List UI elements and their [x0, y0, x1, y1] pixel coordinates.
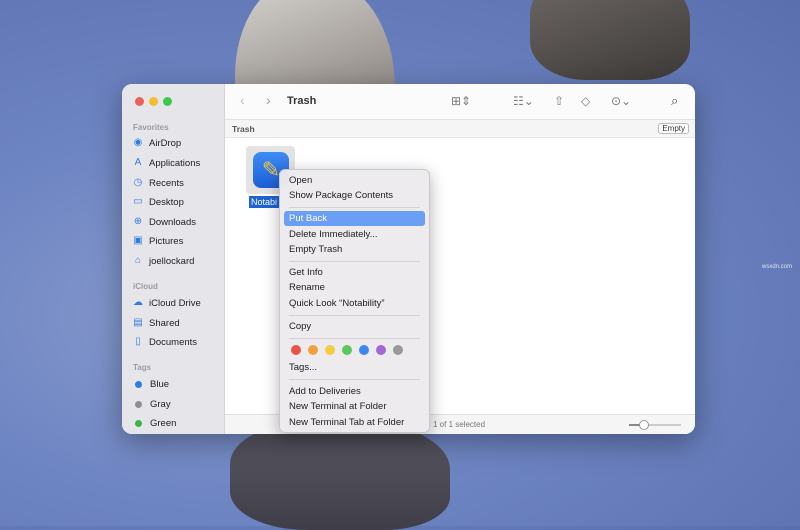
menu-item-empty-trash[interactable]: Empty Trash [284, 242, 425, 257]
document-icon: ▯ [135, 336, 141, 347]
sidebar-item-documents[interactable]: ▯ Documents [133, 334, 197, 350]
menu-item-put-back[interactable]: Put Back [284, 211, 425, 226]
sidebar-item-label: Gray [150, 398, 171, 410]
home-icon: ⌂ [134, 255, 142, 266]
menu-item-delete-immediately[interactable]: Delete Immediately... [284, 227, 425, 242]
empty-trash-button[interactable]: Empty [658, 123, 689, 134]
sidebar-tag-green[interactable]: Green [133, 415, 176, 431]
airdrop-icon: ◉ [133, 137, 143, 148]
sidebar-tag-blue[interactable]: Blue [133, 376, 169, 392]
sidebar: Favorites ◉ AirDrop A Applications ◷ Recent… [122, 84, 225, 434]
favorites-header: Favorites [133, 123, 169, 132]
menu-item-new-terminal-tab[interactable]: New Terminal Tab at Folder [284, 415, 425, 430]
sidebar-item-label: Applications [149, 157, 201, 169]
sidebar-item-applications[interactable]: A Applications [133, 155, 201, 171]
menu-item-new-terminal[interactable]: New Terminal at Folder [284, 399, 425, 414]
tag-color-blue[interactable] [359, 345, 369, 355]
icloud-header: iCloud [133, 282, 158, 291]
sidebar-item-downloads[interactable]: ⊕ Downloads [133, 214, 196, 230]
menu-item-open[interactable]: Open [284, 173, 425, 188]
menu-separator [289, 207, 420, 208]
sidebar-item-label: Green [150, 417, 177, 429]
clock-icon: ◷ [133, 177, 143, 188]
cloud-icon: ☁ [133, 297, 143, 308]
desktop-icon: ▭ [133, 196, 143, 207]
sidebar-item-recents[interactable]: ◷ Recents [133, 175, 184, 191]
sidebar-item-label: Desktop [149, 196, 184, 208]
rock-background [530, 0, 690, 80]
sidebar-item-home[interactable]: ⌂ joellockard [133, 253, 194, 269]
file-name-label[interactable]: Notabi [249, 196, 280, 208]
tag-color-yellow[interactable] [325, 345, 335, 355]
window-title: Trash [287, 95, 317, 107]
menu-item-add-to-deliveries[interactable]: Add to Deliveries [284, 384, 425, 399]
rock-background [230, 420, 450, 530]
sidebar-item-pictures[interactable]: ▣ Pictures [133, 233, 183, 249]
sidebar-item-label: Downloads [149, 216, 196, 228]
path-label: Trash [232, 124, 255, 134]
path-bar: Trash Empty [225, 120, 695, 138]
sidebar-item-label: iCloud Drive [149, 297, 201, 309]
sidebar-item-label: Blue [150, 378, 170, 390]
tag-icon[interactable]: ◇ [581, 94, 590, 108]
back-icon[interactable]: ‹ [240, 92, 245, 108]
sidebar-item-label: joellockard [149, 255, 195, 267]
status-text: 1 of 1 selected [433, 420, 486, 429]
zoom-button[interactable] [163, 97, 172, 106]
tag-color-gray[interactable] [393, 345, 403, 355]
menu-item-tags[interactable]: Tags... [284, 360, 425, 375]
menu-separator [289, 261, 420, 262]
tag-dot-icon [135, 419, 142, 427]
sidebar-item-label: Pictures [149, 235, 184, 247]
watermark: wsxdn.com [762, 264, 793, 270]
menu-item-copy[interactable]: Copy [284, 319, 425, 334]
group-icon[interactable]: ☷⌄ [513, 94, 534, 108]
tag-color-orange[interactable] [308, 345, 318, 355]
tag-dot-icon [135, 400, 142, 408]
menu-item-rename[interactable]: Rename [284, 280, 425, 295]
sidebar-item-label: AirDrop [149, 137, 182, 149]
view-grid-icon[interactable]: ⊞⇕ [451, 94, 471, 108]
sidebar-item-icloud-drive[interactable]: ☁ iCloud Drive [133, 295, 201, 311]
pictures-icon: ▣ [133, 235, 143, 246]
sidebar-item-shared[interactable]: ▤ Shared [133, 315, 180, 331]
sidebar-item-desktop[interactable]: ▭ Desktop [133, 194, 184, 210]
tag-color-green[interactable] [342, 345, 352, 355]
applications-icon: A [134, 157, 142, 168]
shared-folder-icon: ▤ [133, 317, 143, 328]
tag-color-red[interactable] [291, 345, 301, 355]
tag-color-purple[interactable] [376, 345, 386, 355]
toolbar: ‹ › Trash ⊞⇕ ☷⌄ ⇧ ◇ ⊙⌄ ⌕ [225, 84, 695, 120]
tag-dot-icon [135, 380, 142, 388]
menu-separator [289, 338, 420, 339]
context-menu: Open Show Package Contents Put Back Dele… [279, 169, 430, 433]
menu-item-quick-look[interactable]: Quick Look “Notability” [284, 296, 425, 311]
sidebar-tag-gray[interactable]: Gray [133, 396, 171, 412]
sidebar-item-airdrop[interactable]: ◉ AirDrop [133, 135, 182, 151]
downloads-icon: ⊕ [133, 216, 143, 227]
menu-separator [289, 315, 420, 316]
slider-knob[interactable] [639, 420, 649, 430]
search-icon[interactable]: ⌕ [671, 93, 678, 109]
more-actions-icon[interactable]: ⊙⌄ [611, 94, 631, 108]
menu-item-get-info[interactable]: Get Info [284, 265, 425, 280]
tags-header: Tags [133, 363, 152, 372]
minimize-button[interactable] [149, 97, 158, 106]
share-icon[interactable]: ⇧ [554, 94, 564, 108]
menu-separator [289, 379, 420, 380]
close-button[interactable] [135, 97, 144, 106]
menu-item-show-package-contents[interactable]: Show Package Contents [284, 188, 425, 203]
sidebar-item-label: Shared [149, 317, 180, 329]
sidebar-item-label: Recents [149, 177, 184, 189]
forward-icon[interactable]: › [266, 92, 271, 108]
sidebar-item-label: Documents [149, 336, 198, 348]
